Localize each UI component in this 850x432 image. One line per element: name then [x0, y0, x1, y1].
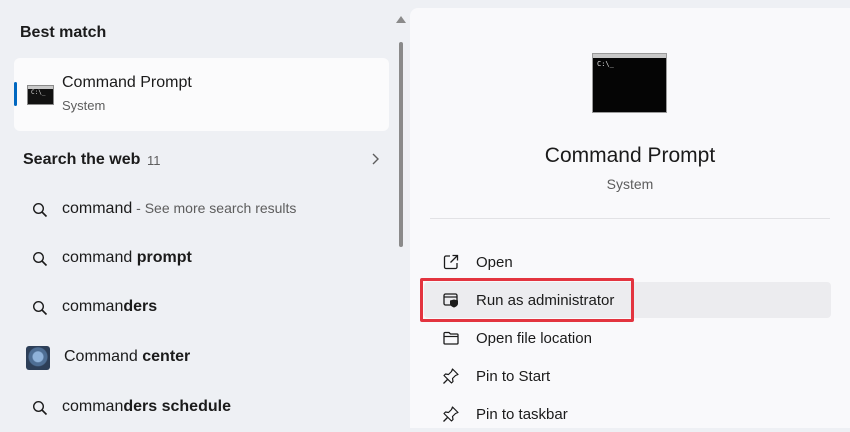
scroll-up-arrow-icon[interactable]	[396, 16, 406, 23]
scrollbar-thumb[interactable]	[399, 42, 403, 247]
app-details-pane: C:\_ Command Prompt System Open Run as a…	[410, 8, 850, 428]
web-result-item[interactable]: Command center	[14, 340, 389, 376]
divider	[430, 218, 830, 219]
annotation-highlight-box	[420, 278, 634, 322]
web-result-label: Command center	[64, 348, 191, 365]
best-match-heading: Best match	[20, 24, 107, 41]
command-prompt-icon: C:\_	[27, 85, 54, 105]
action-label: Open file location	[476, 330, 592, 347]
selection-indicator	[14, 82, 17, 106]
action-label: Pin to taskbar	[476, 406, 568, 423]
app-subtitle: System	[606, 176, 654, 192]
action-open-file-location[interactable]: Open file location	[424, 320, 831, 356]
web-result-label: commanders schedule	[62, 398, 231, 415]
search-icon	[32, 202, 48, 218]
search-the-web-heading[interactable]: Search the web	[23, 151, 140, 169]
search-icon	[32, 300, 48, 316]
best-match-item[interactable]: C:\_ Command Prompt System	[14, 58, 389, 131]
search-icon	[32, 400, 48, 416]
web-result-item[interactable]: command - See more search results	[14, 192, 389, 228]
web-result-item[interactable]: commanders	[14, 290, 389, 326]
action-label: Open	[476, 254, 513, 271]
web-result-label: command prompt	[62, 249, 192, 266]
app-title: Command Prompt	[544, 144, 716, 167]
web-result-item[interactable]: command prompt	[14, 241, 389, 277]
web-result-count: 11	[147, 153, 161, 168]
web-result-label: command - See more search results	[62, 200, 297, 217]
search-results-pane: Best match C:\_ Command Prompt System Se…	[0, 0, 410, 428]
search-icon	[32, 251, 48, 267]
web-result-label: commanders	[62, 298, 158, 315]
pin-icon	[443, 406, 459, 422]
folder-icon	[443, 331, 459, 345]
action-open[interactable]: Open	[424, 244, 831, 280]
pin-icon	[443, 368, 459, 384]
best-match-subtitle: System	[62, 98, 106, 113]
best-match-title: Command Prompt	[62, 74, 192, 91]
web-result-hint: - See more search results	[132, 200, 297, 216]
open-external-icon	[443, 254, 459, 270]
command-prompt-large-icon: C:\_	[592, 53, 667, 113]
action-pin-to-taskbar[interactable]: Pin to taskbar	[424, 396, 831, 432]
action-pin-to-start[interactable]: Pin to Start	[424, 358, 831, 394]
chevron-right-icon[interactable]	[368, 152, 382, 166]
web-result-item[interactable]: commanders schedule	[14, 390, 389, 426]
action-label: Pin to Start	[476, 368, 551, 385]
app-thumbnail	[26, 346, 50, 370]
